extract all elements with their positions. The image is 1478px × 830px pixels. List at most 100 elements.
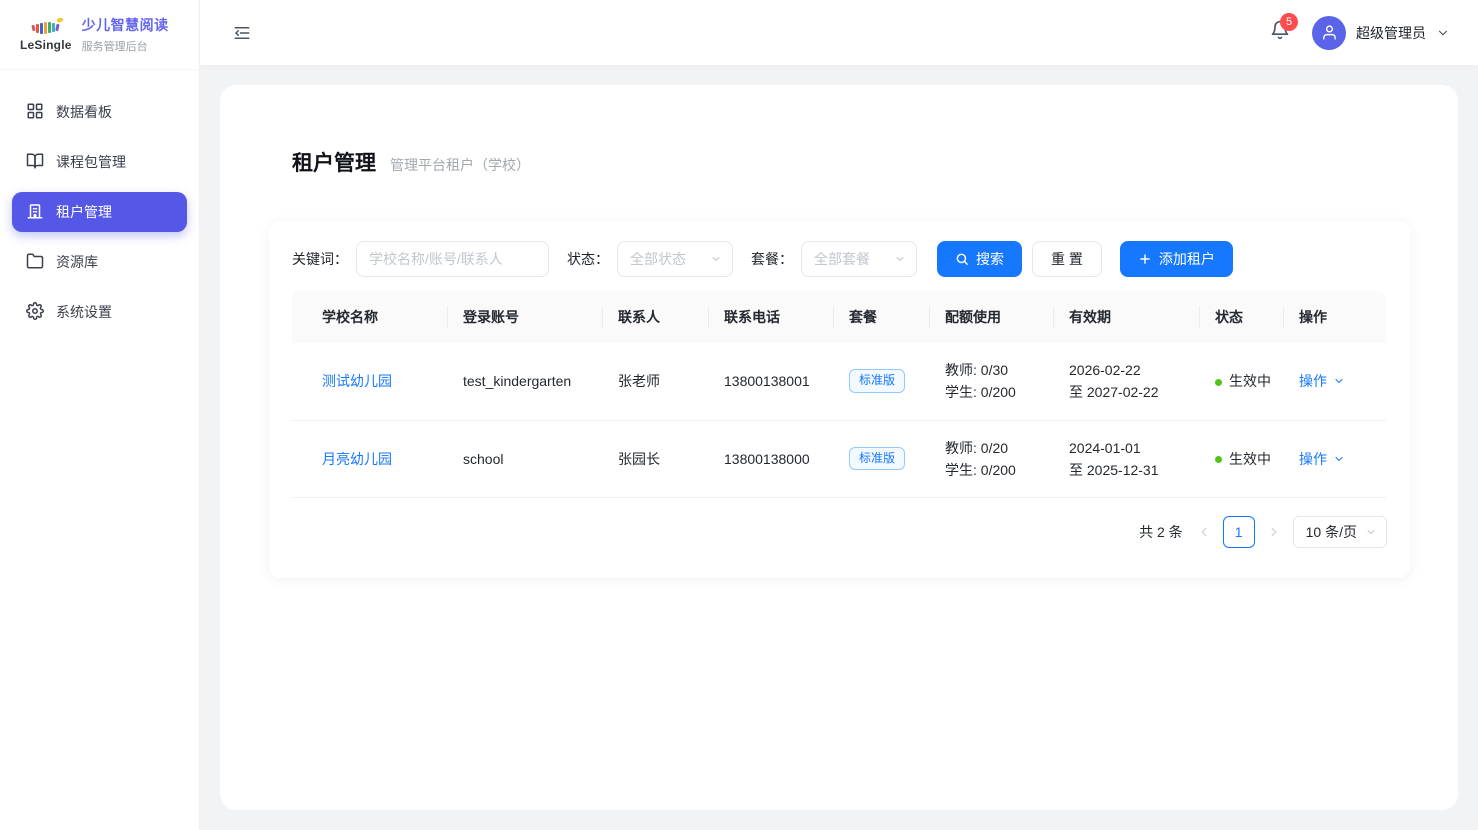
row-actions-label: 操作 — [1299, 449, 1327, 469]
row-actions-dropdown[interactable]: 操作 — [1299, 449, 1386, 469]
gear-icon — [26, 302, 44, 323]
quota-cell: 教师: 0/30 学生: 0/200 — [929, 343, 1053, 420]
folder-icon — [26, 252, 44, 273]
chevron-down-icon — [1333, 453, 1345, 465]
sidebar-item-course-packages[interactable]: 课程包管理 — [12, 142, 187, 182]
next-page-button[interactable] — [1267, 525, 1281, 539]
brand-title: 少儿智慧阅读 — [82, 15, 169, 35]
column-header-account: 登录账号 — [447, 291, 602, 343]
package-select-value: 全部套餐 — [814, 249, 870, 269]
quota-student: 学生: 0/200 — [945, 459, 1053, 481]
chevron-down-icon — [1436, 26, 1450, 40]
search-button-label: 搜索 — [976, 249, 1004, 269]
page-size-value: 10 条/页 — [1306, 522, 1357, 542]
app-root: LeSingle 少儿智慧阅读 服务管理后台 数据看板 课程包管理 租户管理 — [0, 0, 1478, 830]
sidebar-item-label: 资源库 — [56, 252, 98, 272]
menu-fold-icon[interactable] — [233, 24, 251, 42]
chevron-down-icon — [1365, 526, 1377, 538]
row-actions-label: 操作 — [1299, 371, 1327, 391]
quota-student: 学生: 0/200 — [945, 381, 1053, 403]
quota-cell: 教师: 0/20 学生: 0/200 — [929, 420, 1053, 497]
notifications-button[interactable]: 5 — [1270, 20, 1290, 45]
column-header-actions: 操作 — [1283, 291, 1386, 343]
sidebar-item-resources[interactable]: 资源库 — [12, 242, 187, 282]
column-header-package: 套餐 — [833, 291, 929, 343]
reset-button-label: 重 置 — [1051, 249, 1083, 269]
reset-button[interactable]: 重 置 — [1032, 241, 1102, 277]
status-dot — [1215, 379, 1222, 386]
package-badge: 标准版 — [849, 369, 905, 393]
filter-bar: 关键词： 状态： 全部状态 套餐： 全部套餐 — [292, 241, 1387, 277]
column-header-validity: 有效期 — [1053, 291, 1199, 343]
add-tenant-button[interactable]: 添加租户 — [1120, 241, 1233, 277]
plus-icon — [1138, 252, 1152, 266]
column-header-school: 学校名称 — [292, 291, 447, 343]
brand-subtitle: 服务管理后台 — [82, 38, 169, 54]
sidebar-item-settings[interactable]: 系统设置 — [12, 292, 187, 332]
page-size-select[interactable]: 10 条/页 — [1293, 516, 1387, 548]
table-row: 月亮幼儿园 school 张园长 13800138000 标准版 教师: 0/2… — [292, 420, 1386, 497]
table-row: 测试幼儿园 test_kindergarten 张老师 13800138001 … — [292, 343, 1386, 420]
prev-page-button[interactable] — [1197, 525, 1211, 539]
valid-from: 2024-01-01 — [1069, 437, 1199, 459]
sidebar: LeSingle 少儿智慧阅读 服务管理后台 数据看板 课程包管理 租户管理 — [0, 0, 200, 830]
sidebar-item-label: 系统设置 — [56, 302, 112, 322]
sidebar-item-tenants[interactable]: 租户管理 — [12, 192, 187, 232]
search-button[interactable]: 搜索 — [937, 241, 1022, 277]
chevron-down-icon — [710, 253, 722, 265]
keyword-label: 关键词： — [292, 249, 348, 269]
status-cell: 生效中 — [1199, 420, 1283, 497]
status-badge: 生效中 — [1229, 451, 1271, 467]
row-actions-dropdown[interactable]: 操作 — [1299, 371, 1386, 391]
column-header-phone: 联系电话 — [708, 291, 833, 343]
quota-teacher: 教师: 0/30 — [945, 359, 1053, 381]
user-menu[interactable]: 超级管理员 — [1312, 16, 1450, 50]
account-cell: test_kindergarten — [447, 343, 602, 420]
school-name-link[interactable]: 测试幼儿园 — [322, 373, 392, 389]
package-badge: 标准版 — [849, 447, 905, 471]
validity-cell: 2024-01-01 至 2025-12-31 — [1053, 420, 1199, 497]
contact-cell: 张老师 — [602, 343, 708, 420]
contact-cell: 张园长 — [602, 420, 708, 497]
user-name: 超级管理员 — [1356, 23, 1426, 43]
phone-cell: 13800138000 — [708, 420, 833, 497]
actions-cell: 操作 — [1283, 420, 1386, 497]
page-subtitle: 管理平台租户（学校） — [390, 155, 530, 175]
book-icon — [26, 152, 44, 173]
dashboard-icon — [26, 102, 44, 123]
sidebar-item-label: 课程包管理 — [56, 152, 126, 172]
phone-cell: 13800138001 — [708, 343, 833, 420]
status-select-value: 全部状态 — [630, 249, 686, 269]
table-header: 学校名称 登录账号 联系人 联系电话 套餐 配额使用 有效期 状态 操作 — [292, 291, 1386, 343]
sidebar-item-dashboard[interactable]: 数据看板 — [12, 92, 187, 132]
sidebar-menu: 数据看板 课程包管理 租户管理 资源库 系统设置 — [0, 70, 199, 354]
avatar — [1312, 16, 1346, 50]
validity-cell: 2026-02-22 至 2027-02-22 — [1053, 343, 1199, 420]
status-select[interactable]: 全部状态 — [617, 241, 733, 277]
pagination: 共 2 条 1 10 条/页 — [292, 516, 1387, 548]
brand-logo: LeSingle — [20, 18, 72, 51]
content-area: 租户管理 管理平台租户（学校） 关键词： 状态： 全部状态 — [200, 66, 1478, 830]
sidebar-item-label: 租户管理 — [56, 202, 112, 222]
valid-to: 至 2027-02-22 — [1069, 381, 1199, 403]
user-icon — [1321, 24, 1338, 41]
search-icon — [955, 252, 969, 266]
page-number-button[interactable]: 1 — [1223, 516, 1255, 548]
chevron-down-icon — [1333, 375, 1345, 387]
package-select[interactable]: 全部套餐 — [801, 241, 917, 277]
status-cell: 生效中 — [1199, 343, 1283, 420]
actions-cell: 操作 — [1283, 343, 1386, 420]
status-badge: 生效中 — [1229, 373, 1271, 389]
pagination-total: 共 2 条 — [1139, 522, 1183, 542]
page-title: 租户管理 — [292, 147, 376, 177]
valid-from: 2026-02-22 — [1069, 359, 1199, 381]
school-name-link[interactable]: 月亮幼儿园 — [322, 451, 392, 467]
topbar: 5 超级管理员 — [200, 0, 1478, 66]
valid-to: 至 2025-12-31 — [1069, 459, 1199, 481]
add-tenant-button-label: 添加租户 — [1159, 249, 1215, 269]
logo-bars-icon — [26, 18, 66, 38]
column-header-contact: 联系人 — [602, 291, 708, 343]
building-icon — [26, 202, 44, 223]
column-header-quota: 配额使用 — [929, 291, 1053, 343]
keyword-input[interactable] — [356, 241, 549, 277]
